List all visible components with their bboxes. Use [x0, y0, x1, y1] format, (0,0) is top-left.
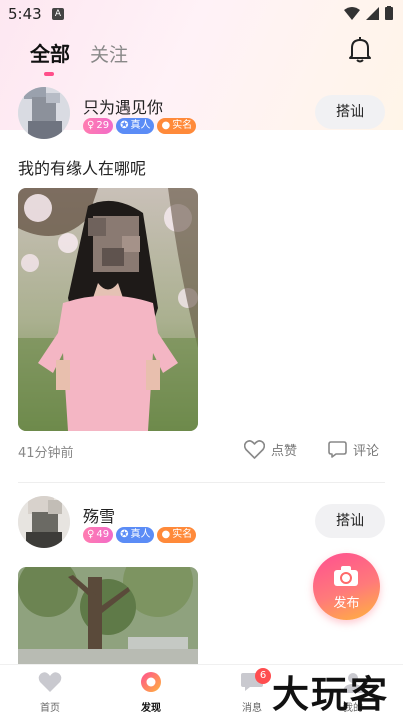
- real-person-badge: ✪ 真人: [116, 118, 155, 134]
- female-icon: ♀: [87, 120, 95, 131]
- post-time: 41分钟前: [18, 446, 74, 461]
- message-count-badge: 6: [255, 668, 271, 684]
- nav-home[interactable]: 首页: [20, 671, 80, 714]
- bell-icon[interactable]: [347, 36, 373, 64]
- female-icon: ♀: [87, 529, 95, 540]
- camera-icon: [334, 566, 358, 586]
- nav-discover[interactable]: 发现: [121, 671, 181, 714]
- battery-icon: [385, 6, 393, 20]
- wifi-icon: [344, 6, 360, 20]
- level-badge: ♀ 49: [83, 527, 114, 543]
- signal-icon: [366, 6, 379, 20]
- post-text: 我的有缘人在哪呢: [18, 159, 147, 178]
- chat-up-button[interactable]: 搭讪: [315, 95, 385, 129]
- tab-following[interactable]: 关注: [90, 40, 128, 67]
- publish-button[interactable]: 发布: [313, 553, 380, 620]
- real-person-badge: ✪ 真人: [116, 527, 155, 543]
- user-badges: ♀ 29 ✪ 真人 ● 实名: [83, 118, 197, 134]
- comment-icon: [328, 441, 347, 458]
- chat-up-button[interactable]: 搭讪: [315, 504, 385, 538]
- avatar[interactable]: [18, 496, 70, 548]
- user-badges: ♀ 49 ✪ 真人 ● 实名: [83, 527, 197, 543]
- status-time: 5:43: [8, 5, 42, 23]
- verified-icon: ✪: [120, 529, 129, 540]
- tab-all[interactable]: 全部: [30, 38, 70, 76]
- heart-outline-icon: [244, 440, 265, 459]
- real-name-badge: ● 实名: [157, 527, 197, 543]
- notification-icon: A: [52, 8, 64, 20]
- post-photo[interactable]: [18, 567, 198, 664]
- comment-button[interactable]: 评论: [328, 440, 379, 459]
- heart-icon: [38, 672, 62, 692]
- discover-icon: [141, 672, 161, 692]
- username[interactable]: 殇雪: [83, 503, 115, 527]
- watermark: 大玩客: [272, 673, 389, 716]
- publish-label: 发布: [333, 596, 360, 611]
- level-badge: ♀ 29: [83, 118, 114, 134]
- status-bar: 5:43 A: [0, 0, 403, 28]
- like-button[interactable]: 点赞: [244, 440, 297, 459]
- feed-tabs: 全部 关注: [30, 38, 128, 76]
- verified-icon: ✪: [120, 120, 129, 131]
- real-name-badge: ● 实名: [157, 118, 197, 134]
- avatar[interactable]: [18, 87, 70, 139]
- status-icons: [344, 6, 393, 20]
- username[interactable]: 只为遇见你: [83, 94, 163, 118]
- post-divider: [18, 482, 385, 483]
- person-icon: ●: [161, 529, 171, 540]
- person-icon: ●: [161, 120, 171, 131]
- post-photo[interactable]: [18, 188, 198, 431]
